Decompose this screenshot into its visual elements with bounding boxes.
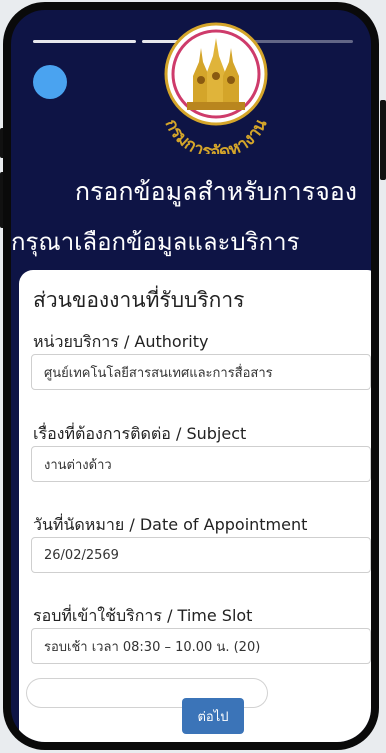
- date-field[interactable]: 26/02/2569: [31, 537, 371, 573]
- subject-select[interactable]: งานต่างด้าว: [31, 446, 371, 482]
- subject-value: งานต่างด้าว: [44, 457, 112, 473]
- story-progress-segment: [33, 40, 136, 43]
- page-subtitle: กรุณาเลือกข้อมูลและบริการ: [11, 228, 300, 256]
- booking-form-card: ส่วนของงานที่รับบริการ หน่วยบริการ / Aut…: [19, 270, 371, 742]
- department-logo: กรมการจัดหางาน: [161, 22, 272, 154]
- authority-value: ศูนย์เทคโนโลยีสารสนเทศและการสื่อสาร: [44, 365, 273, 381]
- phone-side-button: [380, 100, 386, 180]
- authority-select[interactable]: ศูนย์เทคโนโลยีสารสนเทศและการสื่อสาร: [31, 354, 371, 390]
- next-button[interactable]: ต่อไป: [182, 698, 244, 734]
- subject-label: เรื่องที่ต้องการติดต่อ / Subject: [33, 424, 247, 443]
- date-label: วันที่นัดหมาย / Date of Appointment: [33, 515, 308, 534]
- time-slot-value: รอบเช้า เวลา 08:30 – 10.00 น. (20): [44, 639, 261, 655]
- page-title: กรอกข้อมูลสำหรับการจอง: [74, 177, 357, 206]
- time-slot-label: รอบที่เข้าใช้บริการ / Time Slot: [33, 606, 253, 625]
- form-heading: ส่วนของงานที่รับบริการ: [33, 288, 245, 312]
- date-value: 26/02/2569: [44, 547, 119, 563]
- heart-icon[interactable]: [292, 683, 316, 705]
- phone-frame: กรมการจัดหางาน กรอกข้อมูลสำหรับการจอง กร…: [3, 2, 379, 750]
- avatar[interactable]: [33, 65, 67, 99]
- story-screen: กรมการจัดหางาน กรอกข้อมูลสำหรับการจอง กร…: [11, 10, 371, 742]
- send-icon[interactable]: [326, 683, 350, 705]
- time-slot-select[interactable]: รอบเช้า เวลา 08:30 – 10.00 น. (20): [31, 628, 371, 664]
- authority-label: หน่วยบริการ / Authority: [33, 332, 209, 351]
